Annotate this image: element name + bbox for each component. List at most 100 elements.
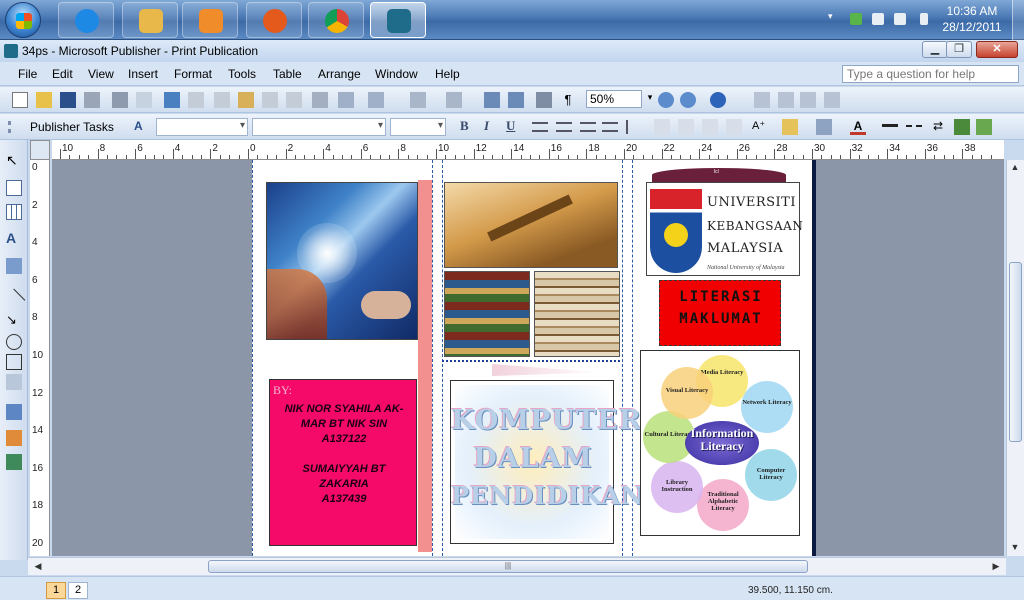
menu-insert[interactable]: Insert [128, 67, 158, 81]
cut-icon[interactable] [188, 92, 204, 108]
page-tab-2[interactable]: 2 [68, 582, 88, 599]
paste-icon[interactable] [238, 92, 254, 108]
pink-triangle-shape[interactable] [492, 364, 602, 376]
decrease-indent-icon[interactable] [702, 119, 718, 135]
link-icon[interactable] [754, 92, 770, 108]
arrow-tool-icon[interactable]: ↘ [6, 312, 22, 328]
font-select[interactable] [252, 118, 386, 136]
maximize-button[interactable]: ❐ [946, 41, 972, 58]
underline-icon[interactable]: U [506, 118, 515, 134]
information-literacy-diagram[interactable]: Media Literacy Network Literacy Computer… [640, 350, 800, 536]
publication-page[interactable]: BY: NIK NOR SYAHILA AK- MAR BT NIK SIN A… [252, 160, 816, 556]
italic-icon[interactable]: I [484, 118, 489, 134]
menu-view[interactable]: View [88, 67, 114, 81]
print-preview-icon[interactable] [112, 92, 128, 108]
books-stack-image[interactable] [444, 271, 530, 357]
autoshapes-icon[interactable] [6, 374, 22, 390]
success-key-image[interactable] [444, 182, 618, 268]
table-tool-icon[interactable] [6, 204, 22, 220]
taskbar-explorer-button[interactable] [122, 2, 178, 38]
zoom-out-icon[interactable] [658, 92, 674, 108]
bold-icon[interactable]: B [460, 118, 469, 134]
text-box-link-icon[interactable] [800, 92, 816, 108]
next-text-box-icon[interactable] [824, 92, 840, 108]
bring-forward-icon[interactable] [410, 92, 426, 108]
help-icon[interactable] [710, 92, 726, 108]
styles-icon[interactable]: A [134, 119, 150, 135]
taskbar-chrome-button[interactable] [308, 2, 364, 38]
ruler-corner[interactable] [30, 140, 50, 160]
find-icon[interactable] [508, 92, 524, 108]
taskbar-media-button[interactable] [182, 2, 238, 38]
spelling-icon[interactable] [136, 92, 152, 108]
text-box-icon[interactable] [6, 180, 22, 196]
literasi-maklumat-box[interactable]: LITERASI MAKLUMAT [659, 280, 781, 346]
line-tool-icon[interactable] [2, 288, 26, 312]
undo-icon[interactable] [338, 92, 354, 108]
menu-help[interactable]: Help [435, 67, 460, 81]
taskbar-firefox-button[interactable] [246, 2, 302, 38]
print-icon[interactable] [84, 92, 100, 108]
show-desktop-button[interactable] [1012, 0, 1024, 40]
copy-icon[interactable] [214, 92, 230, 108]
decorative-pink-bar[interactable] [418, 180, 432, 552]
rotate-icon[interactable] [446, 92, 462, 108]
horizontal-scroll-thumb[interactable]: ||| [208, 560, 808, 573]
publisher-tasks-button[interactable]: Publisher Tasks [30, 120, 114, 134]
columns-icon[interactable] [536, 92, 552, 108]
dash-style-icon[interactable] [906, 125, 922, 128]
new-icon[interactable] [12, 92, 28, 108]
scroll-right-icon[interactable]: ▶ [988, 561, 1004, 572]
menu-window[interactable]: Window [375, 67, 418, 81]
publication-canvas[interactable]: BY: NIK NOR SYAHILA AK- MAR BT NIK SIN A… [52, 160, 1004, 556]
zoom-in-icon[interactable] [680, 92, 696, 108]
close-button[interactable]: ✕ [976, 41, 1018, 58]
open-icon[interactable] [36, 92, 52, 108]
page-tab-1[interactable]: 1 [46, 582, 66, 599]
menu-table[interactable]: Table [273, 67, 302, 81]
menu-tools[interactable]: Tools [228, 67, 256, 81]
scroll-left-icon[interactable]: ◀ [30, 561, 46, 572]
tray-expand-icon[interactable]: ▾ [828, 11, 836, 21]
align-left-icon[interactable] [532, 122, 548, 132]
arrow-style-icon[interactable]: ⇄ [930, 119, 946, 135]
clear-icon[interactable] [286, 92, 302, 108]
technology-image[interactable] [266, 182, 418, 340]
battery-icon[interactable] [920, 13, 928, 25]
open-books-image[interactable] [534, 271, 620, 357]
font-size-select[interactable] [390, 118, 446, 136]
font-size-increase-icon[interactable]: A⁺ [752, 119, 768, 135]
publisher-app-icon[interactable] [4, 44, 18, 58]
horizontal-scrollbar[interactable]: ◀ ||| ▶ [28, 557, 1006, 575]
fill-color-icon[interactable] [782, 119, 798, 135]
menu-format[interactable]: Format [174, 67, 212, 81]
komputer-dalam-pendidikan-wordart[interactable]: KOMPUTER DALAM PENDIDIKAN [450, 380, 643, 544]
oval-tool-icon[interactable] [6, 334, 22, 350]
hot-spot-icon[interactable] [6, 404, 22, 420]
wordart-icon[interactable]: A [6, 230, 22, 246]
menu-file[interactable]: File [18, 67, 37, 81]
help-search-input[interactable]: Type a question for help [842, 65, 1019, 83]
align-right-icon[interactable] [580, 122, 596, 132]
vertical-ruler[interactable]: 0 2 4 6 8 10 12 14 16 18 20 [30, 160, 50, 556]
vertical-scroll-thumb[interactable] [1009, 262, 1022, 442]
numbering-icon[interactable] [654, 119, 670, 135]
ukm-header-tab[interactable] [652, 168, 786, 182]
flag-icon[interactable] [894, 13, 906, 25]
picture-frame-icon[interactable] [6, 258, 22, 274]
taskbar-publisher-button[interactable] [370, 2, 426, 38]
design-gallery-icon[interactable] [6, 430, 22, 446]
zoom-select[interactable]: 50% [586, 90, 642, 108]
menu-arrange[interactable]: Arrange [318, 67, 361, 81]
3d-style-icon[interactable] [976, 119, 992, 135]
scroll-down-icon[interactable]: ▼ [1007, 542, 1023, 552]
start-button[interactable] [5, 2, 41, 38]
research-icon[interactable] [164, 92, 180, 108]
line-spacing-icon[interactable] [626, 120, 642, 134]
security-icon[interactable] [850, 13, 862, 25]
save-icon[interactable] [60, 92, 76, 108]
style-select[interactable] [156, 118, 248, 136]
line-color-icon[interactable] [816, 119, 832, 135]
zoom-dropdown-chevron-icon[interactable]: ▾ [642, 92, 658, 108]
format-painter-icon[interactable] [262, 92, 278, 108]
